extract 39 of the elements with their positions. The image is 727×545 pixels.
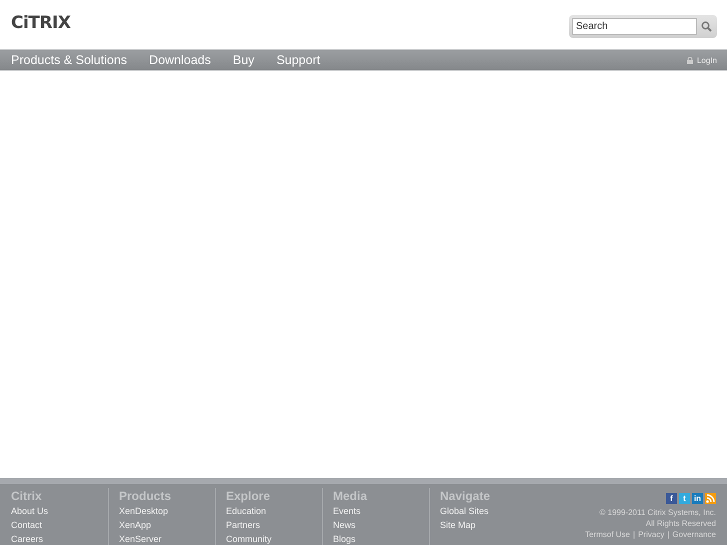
footer-link[interactable]: Careers (11, 532, 108, 545)
footer-link[interactable]: News (333, 518, 429, 532)
footer-heading: Products (119, 488, 172, 504)
search-icon[interactable] (701, 20, 712, 32)
rss-icon[interactable] (705, 493, 716, 504)
nav-link[interactable]: Support (276, 53, 320, 67)
nav-link[interactable]: Downloads (149, 53, 211, 67)
footer-heading: Citrix (11, 488, 43, 504)
footer-link[interactable]: Partners (226, 518, 322, 532)
lock-icon (686, 56, 693, 64)
search-field[interactable]: Search (572, 18, 697, 34)
footer-link[interactable]: XenApp (119, 518, 215, 532)
footer-link[interactable]: Community (226, 532, 322, 545)
rights-text: All Rights Reserved (646, 518, 716, 529)
footer-link[interactable]: Contact (11, 518, 108, 532)
footer-link[interactable]: XenDesktop (119, 504, 215, 518)
social-icon[interactable]: f (666, 493, 677, 504)
social-icon[interactable]: in (692, 493, 703, 504)
nav-link[interactable]: Products & Solutions (11, 53, 128, 67)
separator: | (633, 529, 636, 540)
separator: | (667, 529, 670, 540)
footer-heading: Navigate (440, 488, 492, 504)
footer-link[interactable]: Events (333, 504, 429, 518)
footer-link[interactable]: Education (226, 504, 322, 518)
copyright-text: © 1999-2011 Citrix Systems, Inc. (600, 507, 716, 518)
social-icon[interactable]: t (679, 493, 690, 504)
login-link[interactable]: LogIn (696, 56, 717, 64)
footer-link[interactable]: Site Map (440, 518, 536, 532)
citrix-logo[interactable]: CiTRIX (11, 12, 70, 32)
footer-link[interactable]: Global Sites (440, 504, 536, 518)
legal-link[interactable]: Privacy (638, 529, 664, 540)
footer-link[interactable]: About Us (11, 504, 108, 518)
footer-heading: Explore (226, 488, 272, 504)
footer-link[interactable]: Blogs (333, 532, 429, 545)
footer-link[interactable]: XenServer (119, 532, 215, 545)
legal-link[interactable]: Termsof Use (585, 529, 630, 540)
nav-link[interactable]: Buy (232, 53, 254, 67)
legal-link[interactable]: Governance (672, 529, 716, 540)
footer-heading: Media (333, 488, 368, 504)
